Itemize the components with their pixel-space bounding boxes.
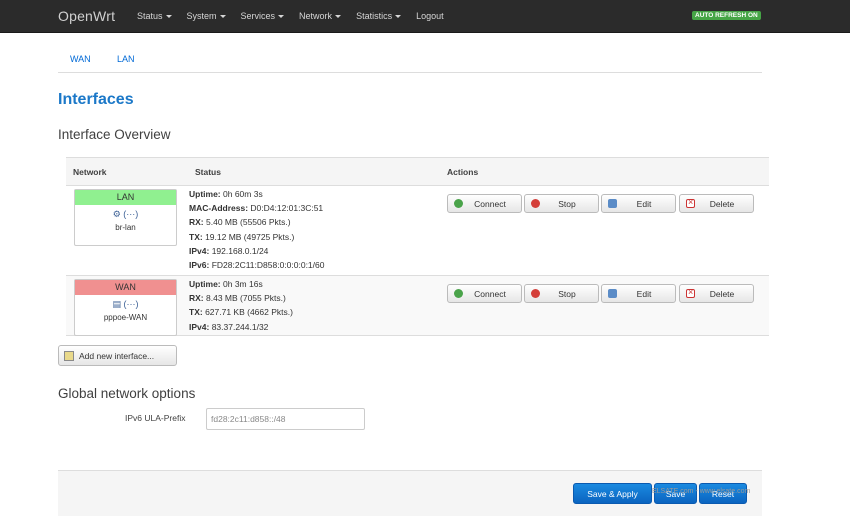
menu-network[interactable]: Network bbox=[299, 11, 342, 21]
page-title: Interfaces bbox=[58, 91, 134, 108]
save-apply-button[interactable]: Save & Apply bbox=[573, 483, 652, 504]
main-menu: Status System Services Network Statistic… bbox=[137, 11, 459, 21]
menu-system[interactable]: System bbox=[187, 11, 226, 21]
chevron-down-icon bbox=[395, 15, 402, 19]
brand-logo[interactable]: OpenWrt bbox=[58, 8, 115, 24]
menu-status[interactable]: Status bbox=[137, 11, 172, 21]
status-line: RX: 8.43 MB (7055 Pkts.) bbox=[189, 293, 286, 304]
interface-table: Network Status Actions LAN ⚙ (···) br-la… bbox=[66, 157, 769, 336]
status-info-lan: Uptime: 0h 60m 3s MAC-Address: D0:D4:12:… bbox=[189, 187, 324, 272]
reload-icon bbox=[454, 289, 463, 298]
interface-badge-wan[interactable]: WAN ▤ (···) pppoe-WAN bbox=[74, 279, 177, 336]
reload-icon bbox=[454, 199, 463, 208]
stop-icon bbox=[531, 199, 540, 208]
ula-prefix-input[interactable] bbox=[206, 408, 365, 430]
menu-logout[interactable]: Logout bbox=[416, 11, 444, 21]
chevron-down-icon bbox=[335, 15, 342, 19]
connect-button-lan[interactable]: Connect bbox=[447, 194, 522, 213]
status-line: RX: 5.40 MB (55506 Pkts.) bbox=[189, 217, 291, 228]
interface-tabs: WAN LAN bbox=[58, 47, 762, 73]
status-line: MAC-Address: D0:D4:12:01:3C:51 bbox=[189, 203, 324, 214]
auto-refresh-badge[interactable]: AUTO REFRESH ON bbox=[692, 11, 761, 20]
header-network: Network bbox=[73, 167, 107, 177]
watermark: ELSATE.com - www.elsate.com bbox=[652, 488, 751, 495]
header-status: Status bbox=[195, 167, 221, 177]
edit-button-wan[interactable]: Edit bbox=[601, 284, 676, 303]
status-line: IPv4: 83.37.244.1/32 bbox=[189, 321, 269, 332]
bridge-device-icon: ⚙ (···) bbox=[112, 209, 139, 219]
tab-lan[interactable]: LAN bbox=[117, 54, 135, 64]
table-row-lan: LAN ⚙ (···) br-lan Uptime: 0h 60m 3s MAC… bbox=[66, 186, 769, 276]
device-name: pppoe-WAN bbox=[103, 313, 148, 322]
add-icon bbox=[64, 350, 74, 361]
delete-icon bbox=[686, 197, 695, 208]
ula-prefix-label: IPv6 ULA-Prefix bbox=[125, 413, 186, 423]
status-line: Uptime: 0h 3m 16s bbox=[189, 279, 263, 289]
overview-title: Interface Overview bbox=[58, 127, 171, 142]
add-interface-button[interactable]: Add new interface... bbox=[58, 345, 177, 366]
chevron-down-icon bbox=[219, 15, 226, 19]
status-line: IPv6: FD28:2C11:D858:0:0:0:0:1/60 bbox=[189, 260, 325, 271]
chevron-down-icon bbox=[278, 15, 285, 19]
device-name: br-lan bbox=[115, 223, 136, 232]
edit-icon bbox=[608, 199, 617, 208]
status-line: IPv4: 192.168.0.1/24 bbox=[189, 245, 269, 256]
status-line: Uptime: 0h 60m 3s bbox=[189, 189, 263, 199]
connect-button-wan[interactable]: Connect bbox=[447, 284, 522, 303]
tab-wan[interactable]: WAN bbox=[70, 54, 91, 64]
stop-button-wan[interactable]: Stop bbox=[524, 284, 599, 303]
table-header: Network Status Actions bbox=[66, 158, 769, 186]
interface-badge-lan[interactable]: LAN ⚙ (···) br-lan bbox=[74, 189, 177, 246]
status-line: TX: 19.12 MB (49725 Pkts.) bbox=[189, 231, 295, 242]
global-options-title: Global network options bbox=[58, 386, 196, 401]
ppp-device-icon: ▤ (···) bbox=[112, 299, 139, 309]
stop-icon bbox=[531, 289, 540, 298]
menu-services[interactable]: Services bbox=[241, 11, 285, 21]
table-row-wan: WAN ▤ (···) pppoe-WAN Uptime: 0h 3m 16s … bbox=[66, 276, 769, 336]
top-navbar: OpenWrt Status System Services Network S… bbox=[0, 0, 850, 33]
interface-name: WAN bbox=[75, 280, 176, 295]
chevron-down-icon bbox=[165, 15, 172, 19]
interface-name: LAN bbox=[75, 190, 176, 205]
delete-button-wan[interactable]: Delete bbox=[679, 284, 754, 303]
delete-button-lan[interactable]: Delete bbox=[679, 194, 754, 213]
edit-icon bbox=[608, 289, 617, 298]
delete-icon bbox=[686, 287, 695, 298]
header-actions: Actions bbox=[447, 167, 479, 177]
menu-statistics[interactable]: Statistics bbox=[356, 11, 402, 21]
edit-button-lan[interactable]: Edit bbox=[601, 194, 676, 213]
status-line: TX: 627.71 KB (4662 Pkts.) bbox=[189, 307, 293, 318]
status-info-wan: Uptime: 0h 3m 16s RX: 8.43 MB (7055 Pkts… bbox=[189, 277, 293, 334]
stop-button-lan[interactable]: Stop bbox=[524, 194, 599, 213]
